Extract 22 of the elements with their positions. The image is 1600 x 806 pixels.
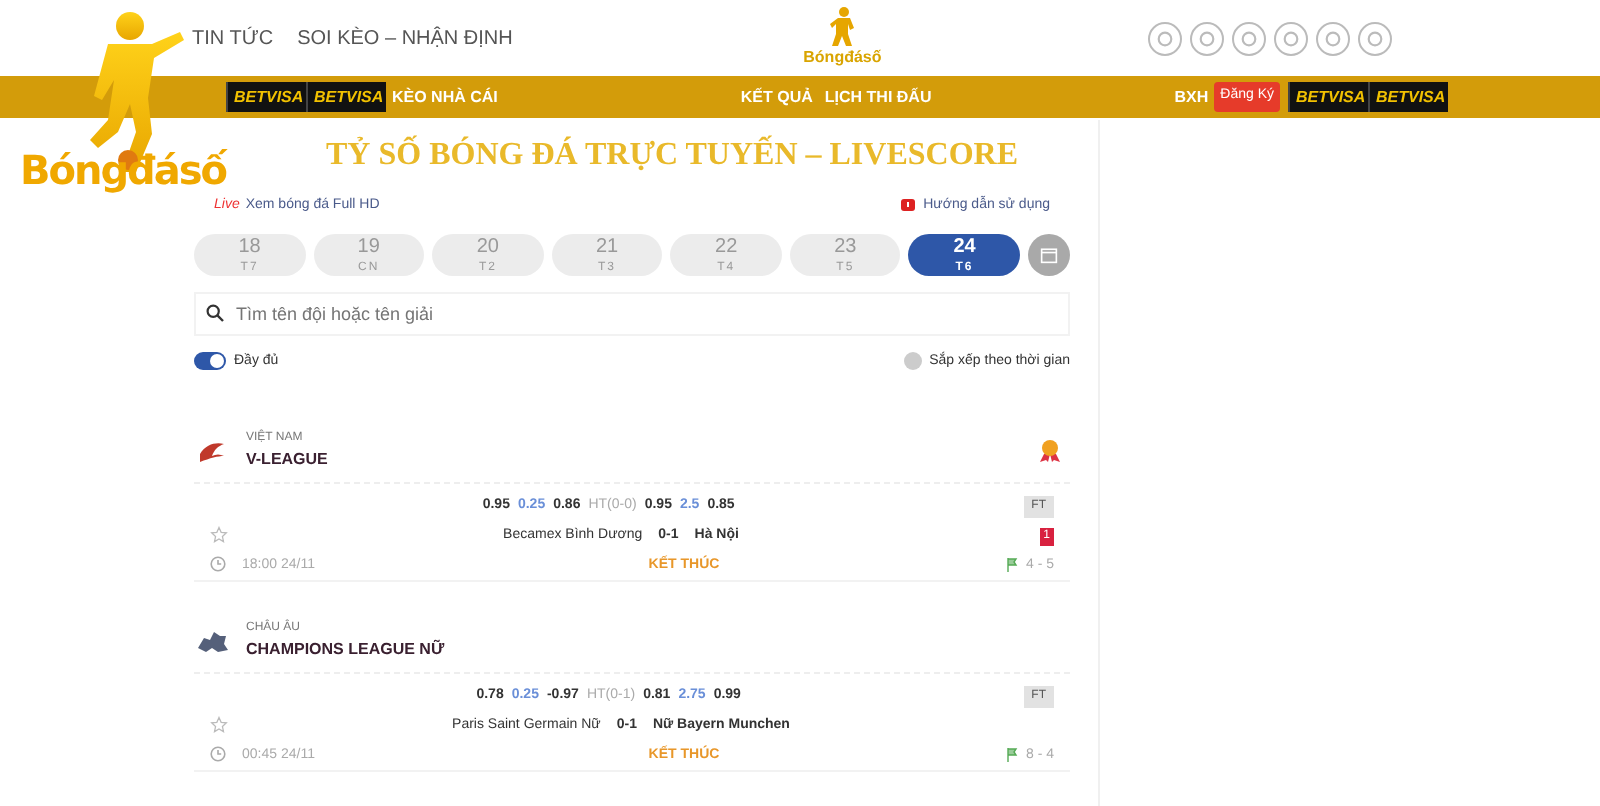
star-icon[interactable]	[210, 716, 228, 738]
ad-banner[interactable]: BETVISA	[1368, 82, 1448, 112]
ad-banner[interactable]: BETVISA	[306, 82, 386, 112]
clock-icon	[210, 555, 226, 577]
ad-banner[interactable]: BETVISA	[1288, 82, 1368, 112]
corner-flag-icon	[1005, 748, 1018, 764]
calendar-button[interactable]	[1028, 233, 1071, 275]
nav-link[interactable]: TIN TỨC	[192, 23, 274, 53]
clock-icon	[210, 745, 226, 767]
search-field[interactable]: Tìm tên đội hoặc tên giải	[194, 291, 1070, 335]
corner-flag-icon	[1005, 558, 1018, 574]
star-icon[interactable]	[210, 526, 228, 548]
ad-banner[interactable]: BETVISA	[226, 82, 306, 112]
map-icon	[194, 627, 230, 655]
league-name[interactable]: V-LEAGUE	[246, 448, 328, 472]
toggle-switch[interactable]	[194, 352, 226, 371]
sort-checkbox[interactable]	[903, 352, 922, 371]
warning-icon	[899, 198, 916, 215]
nav-link[interactable]: SOI KÈO – NHẬN ĐỊNH	[297, 23, 513, 53]
league-name[interactable]: CHAMPIONS LEAGUE NỮ	[246, 638, 445, 662]
calendar-icon	[1040, 243, 1059, 265]
player-icon	[828, 6, 857, 46]
